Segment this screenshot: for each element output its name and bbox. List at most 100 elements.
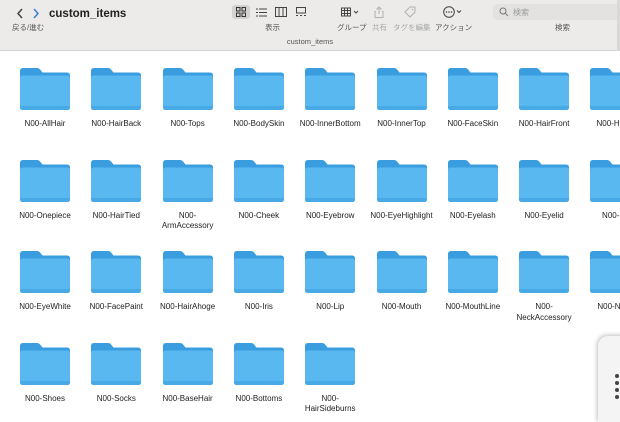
folder-label: N00-Eyelid <box>524 210 564 220</box>
share-icon <box>374 6 384 18</box>
action-label: アクション <box>435 23 473 32</box>
folder-label: N00- ArmAccessory <box>161 210 214 231</box>
folder-label: N00-EyeWhite <box>19 302 71 311</box>
nav-label: 戻る/進む <box>12 23 45 32</box>
folder-icon <box>91 251 142 293</box>
folder-label: N00-HairH <box>596 119 620 128</box>
forward-button[interactable] <box>28 6 44 20</box>
folder-icon <box>447 251 498 293</box>
folder-label: N00-FaceSkin <box>447 119 499 128</box>
folder-icon <box>519 251 570 293</box>
chevron-right-icon <box>33 8 40 18</box>
folder-icon <box>91 342 142 385</box>
columns-icon <box>275 7 287 17</box>
folder-label: N00-EyeHighlight <box>370 210 433 220</box>
folder-icon <box>376 251 427 293</box>
share-label: 共有 <box>372 23 387 32</box>
folder-icon <box>305 251 356 293</box>
folder-icon <box>20 68 70 110</box>
group-button[interactable] <box>340 5 360 19</box>
folder-icon <box>162 342 213 385</box>
search-label: 検索 <box>555 23 570 32</box>
folder-icon <box>20 159 70 202</box>
folder-label: N00-BaseHair <box>162 393 213 403</box>
folder-label: N00-InnerTop <box>377 119 426 128</box>
folder-icon <box>590 159 620 202</box>
folder-label: N00-HairTied <box>92 210 140 220</box>
action-button[interactable] <box>443 5 463 19</box>
folder-label: N00-MouthLine <box>445 302 501 311</box>
folder-label: N00-Socks <box>96 393 136 403</box>
window-title: custom_items <box>49 8 127 20</box>
folder-label: N00-Lip <box>316 302 345 311</box>
folder-label: N00-FacePaint <box>89 302 143 311</box>
folder-label: N00-Mouth <box>381 302 422 311</box>
view-mode-segment <box>232 5 312 21</box>
tags-label: タグを編集 <box>393 23 431 32</box>
share-button[interactable] <box>373 5 385 19</box>
folder-label: N00-Tops <box>170 119 205 128</box>
folder-icon <box>20 342 70 385</box>
tags-button[interactable] <box>404 5 416 19</box>
folder-label: N00- NeckAccessory <box>516 302 572 322</box>
folder-icon <box>305 68 356 110</box>
folder-icon <box>447 159 498 202</box>
grid-icon <box>236 7 246 17</box>
folder-label: N00-Bottoms <box>235 393 283 403</box>
group-label: グループ <box>337 23 367 32</box>
toolbar: 戻る/進む custom_items 表示 グループ 共有 タグを編集 アクショ… <box>0 0 620 51</box>
folder-icon <box>162 251 213 293</box>
search-placeholder: 検索 <box>513 7 529 17</box>
panel-glyph-icon <box>615 374 619 399</box>
column-view-button[interactable] <box>272 5 290 19</box>
folder-label: N00-Eyebrow <box>305 210 355 220</box>
back-button[interactable] <box>12 6 28 20</box>
search-icon <box>499 7 509 17</box>
folder-label: N00-Onepiece <box>19 210 71 220</box>
icon-view-button[interactable] <box>232 5 250 19</box>
folder-icon <box>162 68 213 110</box>
folder-grid: N00-AllHair N00-HairBack N00-Tops N00-BodyS… <box>0 51 620 422</box>
folder-icon <box>233 251 284 293</box>
folder-label: N00- HairSideburns <box>304 393 356 414</box>
folder-icon <box>376 159 427 202</box>
folder-label: N00-Eyelash <box>449 210 496 220</box>
folder-label: N00-AllHair <box>24 119 66 128</box>
folder-label: N00-Iris <box>244 302 273 311</box>
folder-icon <box>447 68 498 110</box>
folder-label: N00-Nose <box>597 302 620 311</box>
folder-icon <box>590 251 620 293</box>
more-icon <box>443 6 462 18</box>
folder-icon <box>20 251 70 293</box>
folder-icon <box>233 342 284 385</box>
folder-icon <box>305 342 356 385</box>
list-view-button[interactable] <box>252 5 270 19</box>
folder-icon <box>162 159 213 202</box>
gallery-icon <box>296 7 306 16</box>
tag-icon <box>404 6 416 18</box>
folder-icon <box>233 159 284 202</box>
list-icon <box>255 8 267 16</box>
folder-icon <box>233 68 284 110</box>
folder-label: N00-Ey <box>602 210 620 220</box>
folder-icon <box>519 68 570 110</box>
folder-icon <box>590 68 620 110</box>
group-icon <box>341 7 359 17</box>
folder-label: N00-HairAhoge <box>160 302 216 311</box>
folder-icon <box>305 159 356 202</box>
view-label: 表示 <box>265 23 280 32</box>
floating-panel <box>598 336 620 422</box>
folder-icon <box>91 68 142 110</box>
folder-icon <box>91 159 142 202</box>
folder-label: N00-InnerBottom <box>299 119 361 128</box>
folder-icon <box>519 159 570 202</box>
folder-label: N00-Cheek <box>238 210 280 220</box>
chevron-left-icon <box>16 8 23 18</box>
folder-label: N00-Shoes <box>24 393 66 403</box>
gallery-view-button[interactable] <box>292 5 310 19</box>
path-title: custom_items <box>286 37 334 46</box>
folder-icon <box>376 68 427 110</box>
folder-label: N00-HairBack <box>91 119 142 128</box>
search-field[interactable]: 検索 <box>493 4 620 20</box>
folder-label: N00-BodySkin <box>233 119 285 128</box>
